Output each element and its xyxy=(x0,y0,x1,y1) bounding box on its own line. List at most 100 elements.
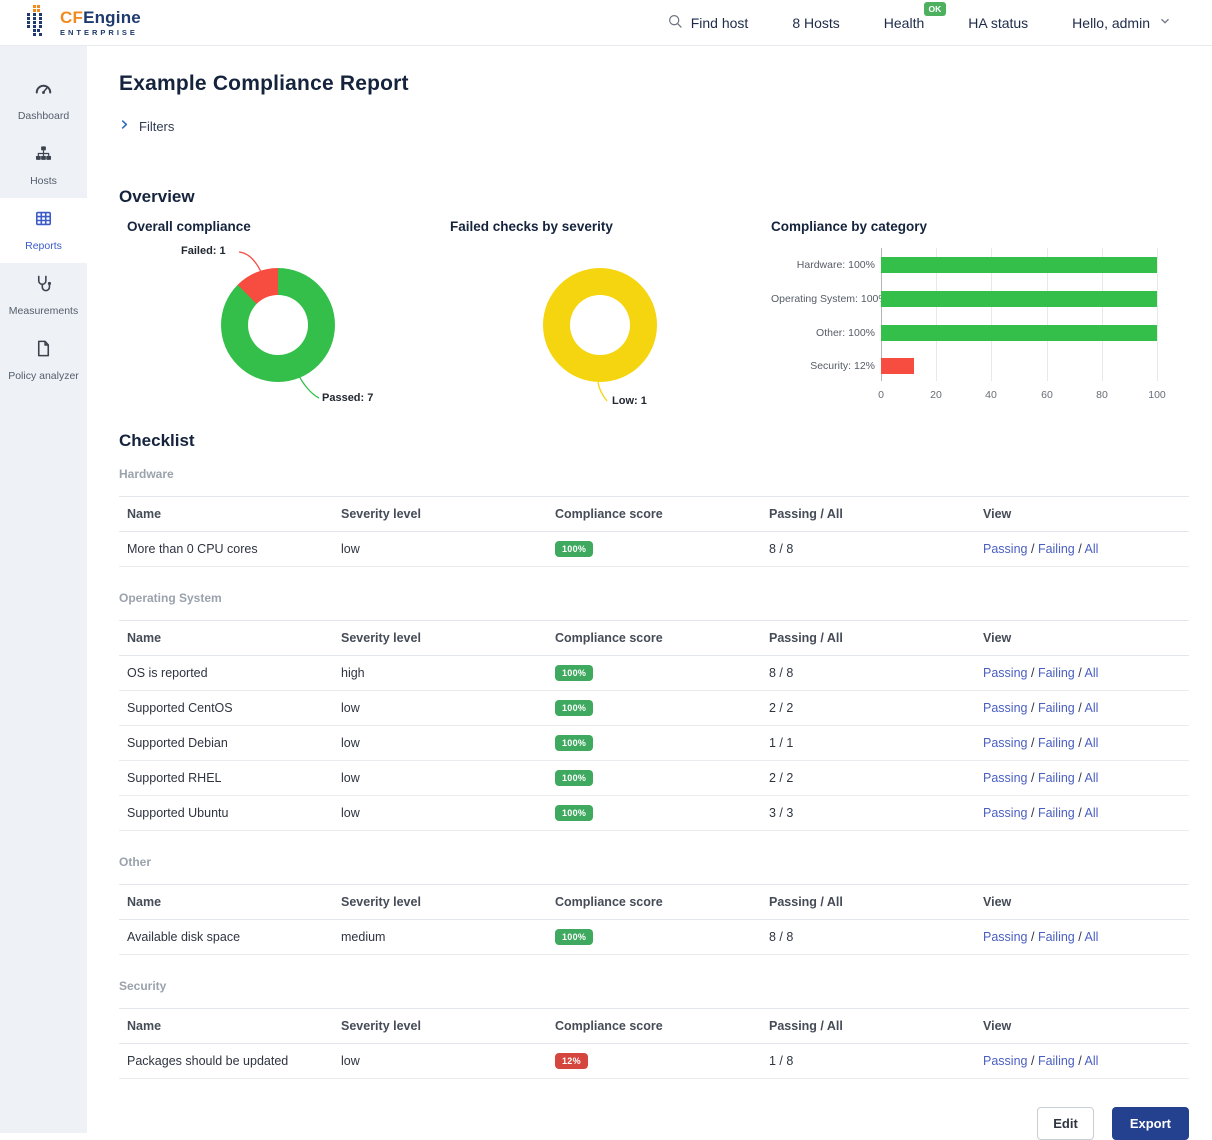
score-badge: 12% xyxy=(555,1053,588,1069)
table-row: More than 0 CPU cores low 100% 8 / 8 Pas… xyxy=(119,532,1189,567)
failing-link[interactable]: Failing xyxy=(1038,701,1075,715)
table-row: Available disk space medium 100% 8 / 8 P… xyxy=(119,920,1189,955)
user-greeting: Hello, admin xyxy=(1072,15,1150,31)
section-title-os: Operating System xyxy=(119,591,1189,605)
compliance-by-category-chart: Compliance by category Hardware: 100% Op… xyxy=(771,219,1189,425)
x-tick-80: 80 xyxy=(1096,389,1108,401)
passing-link[interactable]: Passing xyxy=(983,736,1027,750)
overview-heading: Overview xyxy=(119,187,1189,207)
sidebar-item-reports[interactable]: Reports xyxy=(0,198,87,263)
failing-link[interactable]: Failing xyxy=(1038,930,1075,944)
chart-title-category: Compliance by category xyxy=(771,219,1189,234)
all-link[interactable]: All xyxy=(1085,666,1099,680)
table-row: Supported Ubuntu low 100% 3 / 3 Passing … xyxy=(119,796,1189,831)
other-table: Name Severity level Compliance score Pas… xyxy=(119,884,1189,955)
table-row: OS is reported high 100% 8 / 8 Passing /… xyxy=(119,656,1189,691)
user-menu[interactable]: Hello, admin xyxy=(1072,14,1172,31)
export-button[interactable]: Export xyxy=(1112,1107,1189,1140)
all-link[interactable]: All xyxy=(1085,806,1099,820)
cfengine-logo[interactable]: CFEngine ENTERPRISE xyxy=(26,4,141,41)
overview-charts: Overall compliance Failed: 1 Passed: 7 F… xyxy=(119,219,1189,425)
overall-compliance-chart: Overall compliance Failed: 1 Passed: 7 xyxy=(119,219,450,425)
passing-link[interactable]: Passing xyxy=(983,930,1027,944)
main-content: Example Compliance Report Filters Overvi… xyxy=(87,46,1212,1133)
bar-label-hardware: Hardware: 100% xyxy=(771,257,875,273)
filters-label: Filters xyxy=(139,119,174,134)
overall-compliance-donut xyxy=(221,268,335,382)
donut-label-passed: Passed: 7 xyxy=(322,392,373,404)
sidebar-item-policy-analyzer[interactable]: Policy analyzer xyxy=(0,328,87,393)
all-link[interactable]: All xyxy=(1085,930,1099,944)
page-title: Example Compliance Report xyxy=(119,72,1189,96)
passing-link[interactable]: Passing xyxy=(983,542,1027,556)
all-link[interactable]: All xyxy=(1085,542,1099,556)
score-badge: 100% xyxy=(555,805,593,821)
table-row: Supported RHEL low 100% 2 / 2 Passing / … xyxy=(119,761,1189,796)
sidebar-item-hosts[interactable]: Hosts xyxy=(0,133,87,198)
score-badge: 100% xyxy=(555,929,593,945)
col-passing: Passing / All xyxy=(761,497,975,532)
top-nav: Find host 8 Hosts Health OK HA status He… xyxy=(667,13,1172,32)
col-score: Compliance score xyxy=(547,497,761,532)
section-title-security: Security xyxy=(119,979,1189,993)
filters-toggle[interactable]: Filters xyxy=(119,118,239,134)
leader-line-passed xyxy=(289,368,325,404)
logo-wordmark: CFEngine xyxy=(60,9,141,26)
check-name: More than 0 CPU cores xyxy=(119,532,333,567)
health-link[interactable]: Health OK xyxy=(884,15,924,31)
failing-link[interactable]: Failing xyxy=(1038,666,1075,680)
leader-line-failed xyxy=(237,249,269,277)
passing-link[interactable]: Passing xyxy=(983,1054,1027,1068)
passing-link[interactable]: Passing xyxy=(983,771,1027,785)
chart-title-overall: Overall compliance xyxy=(127,219,450,234)
col-name: Name xyxy=(119,497,333,532)
find-host-label: Find host xyxy=(691,15,749,31)
passing-link[interactable]: Passing xyxy=(983,806,1027,820)
table-row: Packages should be updated low 12% 1 / 8… xyxy=(119,1044,1189,1079)
all-link[interactable]: All xyxy=(1085,701,1099,715)
chevron-right-icon xyxy=(119,118,130,134)
x-tick-100: 100 xyxy=(1148,389,1166,401)
failing-link[interactable]: Failing xyxy=(1038,542,1075,556)
bar-os xyxy=(881,291,1157,307)
hosts-count-link[interactable]: 8 Hosts xyxy=(792,15,839,31)
failed-checks-donut xyxy=(543,268,657,382)
failing-link[interactable]: Failing xyxy=(1038,1054,1075,1068)
x-tick-0: 0 xyxy=(878,389,884,401)
score-badge: 100% xyxy=(555,665,593,681)
bar-label-os: Operating System: 100% xyxy=(771,291,875,307)
bar-hardware xyxy=(881,257,1157,273)
top-header: CFEngine ENTERPRISE Find host 8 Hosts He… xyxy=(0,0,1212,46)
passing-link[interactable]: Passing xyxy=(983,701,1027,715)
sidebar-item-dashboard[interactable]: Dashboard xyxy=(0,68,87,133)
hardware-table: Name Severity level Compliance score Pas… xyxy=(119,496,1189,567)
failing-link[interactable]: Failing xyxy=(1038,771,1075,785)
section-title-hardware: Hardware xyxy=(119,467,1189,481)
x-tick-40: 40 xyxy=(985,389,997,401)
all-link[interactable]: All xyxy=(1085,736,1099,750)
failing-link[interactable]: Failing xyxy=(1038,806,1075,820)
failing-link[interactable]: Failing xyxy=(1038,736,1075,750)
ha-status-link[interactable]: HA status xyxy=(968,15,1028,31)
edit-button[interactable]: Edit xyxy=(1037,1107,1094,1140)
reports-table-icon xyxy=(34,209,53,233)
bar-plot-area xyxy=(881,248,1157,381)
chevron-down-icon xyxy=(1158,14,1172,31)
table-row: Supported Debian low 100% 1 / 1 Passing … xyxy=(119,726,1189,761)
chart-title-failed-checks: Failed checks by severity xyxy=(450,219,771,234)
check-severity: low xyxy=(333,532,547,567)
all-link[interactable]: All xyxy=(1085,1054,1099,1068)
passing-link[interactable]: Passing xyxy=(983,666,1027,680)
col-severity: Severity level xyxy=(333,497,547,532)
x-tick-60: 60 xyxy=(1041,389,1053,401)
dashboard-gauge-icon xyxy=(34,79,53,103)
find-host-search[interactable]: Find host xyxy=(667,13,749,32)
score-badge: 100% xyxy=(555,541,593,557)
sidebar-item-measurements[interactable]: Measurements xyxy=(0,263,87,328)
donut-label-low: Low: 1 xyxy=(612,395,647,407)
category-bar-chart-body: Hardware: 100% Operating System: 100% Ot… xyxy=(771,240,1189,425)
sidebar: Dashboard Hosts Reports Measurements Pol… xyxy=(0,46,87,1133)
bar-label-security: Security: 12% xyxy=(771,358,875,374)
all-link[interactable]: All xyxy=(1085,771,1099,785)
bar-other xyxy=(881,325,1157,341)
